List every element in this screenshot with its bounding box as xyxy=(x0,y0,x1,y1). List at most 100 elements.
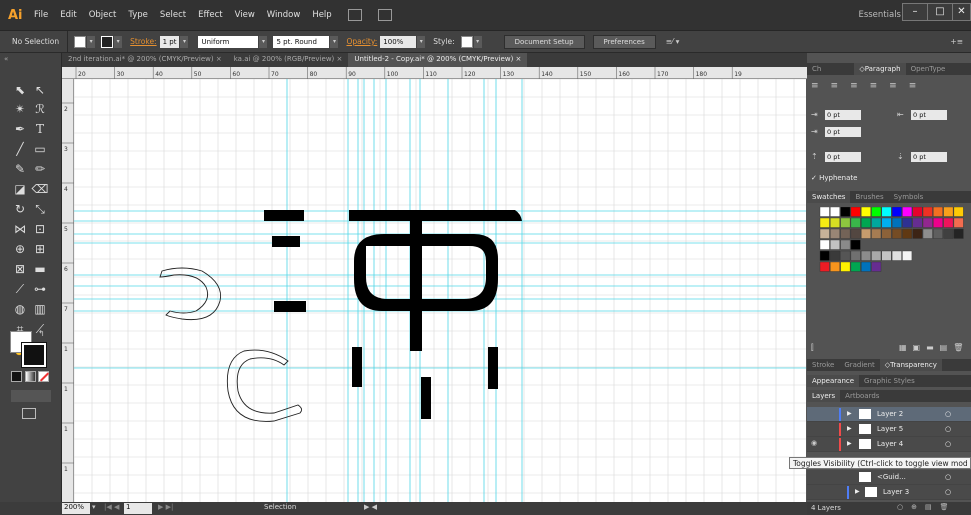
swatch-cell[interactable] xyxy=(861,261,871,272)
status-menu-icon[interactable]: ▶ ◀ xyxy=(364,503,377,511)
blob-brush-tool-icon[interactable]: ◪ xyxy=(10,179,30,199)
bridge-icon[interactable] xyxy=(347,9,362,21)
menu-effect[interactable]: Effect xyxy=(192,10,228,20)
target-circle-icon[interactable]: ○ xyxy=(945,425,951,433)
swatch-libraries-icon[interactable]: ⫿ xyxy=(811,343,814,353)
target-circle-icon[interactable]: ○ xyxy=(945,488,951,496)
tab-artboards[interactable]: Artboards xyxy=(840,390,884,402)
layer-name[interactable]: Layer 2 xyxy=(877,410,903,418)
glyph-bar-bottom[interactable] xyxy=(274,301,306,312)
swatch-cell[interactable] xyxy=(861,228,871,239)
swatch-cell[interactable] xyxy=(912,228,923,239)
swatch-cell[interactable] xyxy=(819,261,830,272)
right-indent-field[interactable]: 0 pt xyxy=(911,110,947,120)
swatch-cell[interactable] xyxy=(912,207,923,217)
layer-row[interactable]: ▶ Layer 3 ○ xyxy=(807,485,971,500)
swatch-cell[interactable] xyxy=(850,239,861,250)
swatch-cell[interactable] xyxy=(850,261,861,272)
swatch-cell[interactable] xyxy=(922,228,933,239)
swatch-cell[interactable] xyxy=(850,207,861,217)
tab-opentype[interactable]: OpenType xyxy=(906,63,951,75)
layer-row[interactable]: ▶ Layer 5 ○ xyxy=(807,422,971,437)
expand-triangle-icon[interactable]: ▶ xyxy=(847,425,852,432)
visibility-eye-icon[interactable]: ◉ xyxy=(811,439,817,447)
swatch-cell[interactable] xyxy=(861,207,871,217)
selection-tool-icon[interactable]: ⬉ xyxy=(10,80,30,100)
swatch-cell[interactable] xyxy=(943,228,954,239)
tab-untitled-2-copy[interactable]: Untitled-2 - Copy.ai* @ 200% (CMYK/Previ… xyxy=(348,53,528,67)
sketch-upper-curve[interactable] xyxy=(159,267,222,321)
layers-panel-buttons[interactable]: ○⊕▤🗑 xyxy=(897,503,956,511)
swatch-cell[interactable] xyxy=(830,228,840,239)
swatch-cell[interactable] xyxy=(943,217,954,228)
swatch-cell[interactable] xyxy=(881,217,892,228)
none-icon[interactable] xyxy=(38,371,50,382)
tab-stroke[interactable]: Stroke xyxy=(807,359,839,371)
first-artboard-icon[interactable]: |◀ ◀ xyxy=(104,503,119,511)
opacity-field[interactable]: 100% xyxy=(380,35,417,48)
left-indent-field[interactable]: 0 pt xyxy=(825,110,861,120)
perspective-grid-tool-icon[interactable]: ⊞ xyxy=(30,239,50,259)
tab-close-icon[interactable]: × xyxy=(216,55,222,63)
hyphenate-checkbox[interactable]: ✓ Hyphenate xyxy=(811,174,857,182)
swatch-cell[interactable] xyxy=(861,217,871,228)
sketch-lower-curve[interactable] xyxy=(226,349,303,422)
artboard-canvas[interactable] xyxy=(74,79,806,502)
direct-selection-tool-icon[interactable]: ↖ xyxy=(30,80,50,100)
tab-layers[interactable]: Layers xyxy=(807,390,841,402)
swatch-cell[interactable] xyxy=(933,228,944,239)
blend-tool-icon[interactable]: ⊶ xyxy=(30,279,50,299)
horizontal-ruler[interactable]: 20 30 40 50 60 70 80 90 100 110 120 130 140 150 160 170… xyxy=(62,67,807,79)
swatch-cell[interactable] xyxy=(891,207,902,217)
swatch-cell[interactable] xyxy=(902,250,913,261)
eyedropper-tool-icon[interactable]: ⟋ xyxy=(10,279,30,299)
swatch-cell[interactable] xyxy=(881,207,892,217)
swatch-cell[interactable] xyxy=(819,228,830,239)
swatch-cell[interactable] xyxy=(830,261,840,272)
first-line-indent-field[interactable]: 0 pt xyxy=(825,127,861,137)
swatch-cell[interactable] xyxy=(850,217,861,228)
swatch-cell[interactable] xyxy=(850,228,861,239)
fill-dropdown[interactable]: ▾ xyxy=(87,35,96,48)
artboard-number-field[interactable]: 1 xyxy=(124,503,152,514)
swatch-cell[interactable] xyxy=(830,239,840,250)
swatch-cell[interactable] xyxy=(819,207,830,217)
swatch-cell[interactable] xyxy=(850,250,861,261)
line-tool-icon[interactable]: ╱ xyxy=(10,139,30,159)
fill-swatch[interactable] xyxy=(74,35,87,48)
color-icon[interactable] xyxy=(11,371,22,382)
tab-brushes[interactable]: Brushes xyxy=(850,191,888,203)
menu-help[interactable]: Help xyxy=(306,10,337,20)
swatch-cell[interactable] xyxy=(830,217,840,228)
expand-triangle-icon[interactable]: ▶ xyxy=(855,488,860,495)
swatch-cell[interactable] xyxy=(871,228,882,239)
swatch-cell[interactable] xyxy=(830,250,840,261)
pen-tool-icon[interactable]: ✒ xyxy=(10,119,30,139)
swatch-cell[interactable] xyxy=(871,250,882,261)
menu-type[interactable]: Type xyxy=(122,10,154,20)
eraser-tool-icon[interactable]: ⌫ xyxy=(30,179,50,199)
glyph-bar-top[interactable] xyxy=(264,210,304,221)
panel-menu-icon[interactable]: +≡ xyxy=(950,37,963,46)
tab-paragraph[interactable]: ◇Paragraph xyxy=(854,63,906,75)
workspace-switcher[interactable]: Essentials xyxy=(858,10,901,20)
swatch-cell[interactable] xyxy=(819,217,830,228)
type-tool-icon[interactable]: T xyxy=(30,119,50,139)
swatch-cell[interactable] xyxy=(922,207,933,217)
arrange-documents-icon[interactable] xyxy=(377,9,392,21)
swatch-cell[interactable] xyxy=(902,217,913,228)
menu-select[interactable]: Select xyxy=(154,10,192,20)
swatch-cell[interactable] xyxy=(902,207,913,217)
expand-triangle-icon[interactable]: ▶ xyxy=(847,440,852,447)
tab-appearance[interactable]: Appearance xyxy=(807,375,860,387)
minimize-button[interactable]: – xyxy=(902,3,928,21)
tab-swatches[interactable]: Swatches xyxy=(807,191,851,203)
rectangle-tool-icon[interactable]: ▭ xyxy=(30,139,50,159)
swatch-cell[interactable] xyxy=(953,207,964,217)
current-tool-status[interactable]: Selection xyxy=(264,503,296,511)
swatch-cell[interactable] xyxy=(891,217,902,228)
screen-mode-icon[interactable] xyxy=(22,408,36,419)
pencil-tool-icon[interactable]: ✏ xyxy=(30,159,50,179)
vertical-ruler[interactable]: 2 3 4 5 6 7 1 1 1 1 xyxy=(62,79,74,502)
swatch-cell[interactable] xyxy=(912,217,923,228)
